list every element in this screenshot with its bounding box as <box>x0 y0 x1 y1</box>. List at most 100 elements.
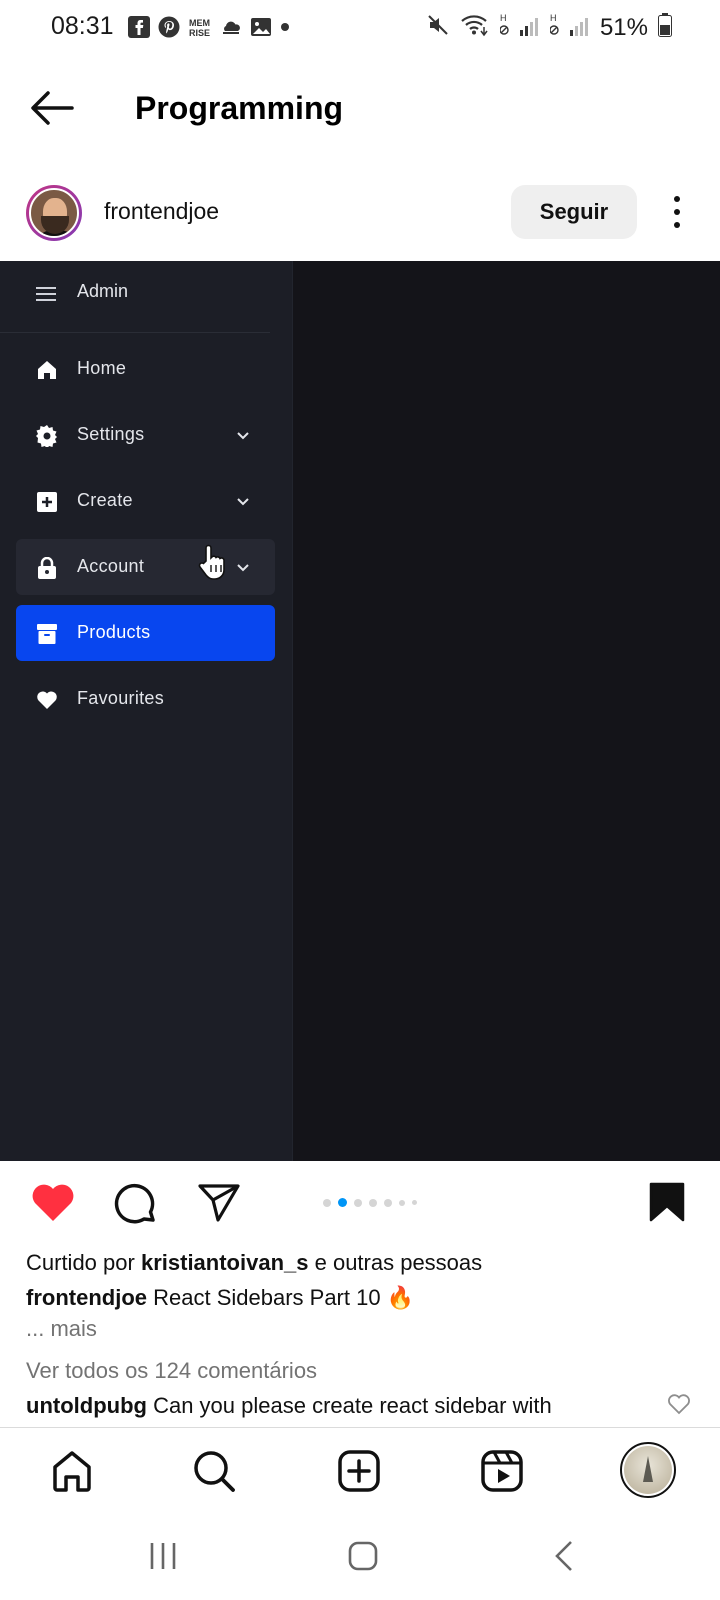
heart-icon <box>36 689 58 711</box>
caption-username[interactable]: frontendjoe <box>26 1285 147 1310</box>
sidebar-header: Admin <box>0 261 270 333</box>
post-caption-area: Curtido por kristiantoivan_s e outras pe… <box>26 1245 706 1423</box>
recent-apps-button[interactable] <box>143 1536 183 1576</box>
home-system-button[interactable] <box>343 1536 383 1576</box>
back-system-button[interactable] <box>545 1536 585 1576</box>
sidebar-item-label: Settings <box>77 424 145 444</box>
plus-square-icon <box>36 491 58 513</box>
chevron-down-icon <box>235 559 251 575</box>
more-link[interactable]: ... mais <box>26 1315 706 1343</box>
status-time: 08:31 <box>51 12 114 40</box>
sidebar-title: Admin <box>77 281 129 301</box>
page-title: Programming <box>135 90 344 126</box>
view-comments-link[interactable]: Ver todos os 124 comentários <box>26 1353 706 1388</box>
likes-username[interactable]: kristiantoivan_s <box>141 1250 309 1275</box>
author-username[interactable]: frontendjoe <box>104 198 219 225</box>
back-button[interactable] <box>28 88 76 128</box>
likes-suffix[interactable]: e outras pessoas <box>315 1250 483 1275</box>
post-media[interactable]: Admin Home Settings Create Account Produ… <box>0 261 720 1161</box>
signal-sim2-icon: H <box>549 12 590 43</box>
post-author-row: frontendjoe Seguir <box>0 180 720 244</box>
carousel-dot <box>384 1198 392 1207</box>
likes-line: Curtido por kristiantoivan_s e outras pe… <box>26 1245 706 1280</box>
sidebar-item-home: Home <box>16 341 275 397</box>
comment-icon <box>114 1183 155 1224</box>
lock-icon <box>36 557 58 579</box>
top-header: Programming <box>0 70 720 150</box>
home-outline-icon <box>53 1451 91 1492</box>
archive-icon <box>36 623 58 645</box>
sidebar-item-products: Products <box>16 605 275 661</box>
carousel-dot-active <box>338 1198 347 1207</box>
caption-text: React Sidebars Part 10 🔥 <box>153 1285 415 1310</box>
home-icon <box>36 359 58 381</box>
arrow-left-icon <box>31 91 74 125</box>
home-square-icon <box>348 1541 378 1571</box>
carousel-dot <box>323 1198 331 1207</box>
plus-square-outline-icon <box>338 1450 380 1492</box>
svg-text:RISE: RISE <box>189 28 210 38</box>
svg-text:H: H <box>550 13 557 23</box>
facebook-icon <box>128 16 150 38</box>
heart-filled-icon <box>32 1184 74 1221</box>
mute-icon <box>426 13 450 42</box>
sidebar-item-account: Account <box>16 539 275 595</box>
reels-icon <box>481 1450 523 1492</box>
wifi-icon <box>460 13 490 42</box>
system-indicators: H H 51% <box>426 12 672 43</box>
sidebar-preview: Admin Home Settings Create Account Produ… <box>0 261 293 1161</box>
carousel-dot <box>412 1200 417 1205</box>
save-button[interactable] <box>649 1182 685 1227</box>
battery-percent: 51% <box>599 13 648 41</box>
battery-icon <box>658 13 672 42</box>
likes-prefix: Curtido por <box>26 1250 135 1275</box>
sidebar-item-settings: Settings <box>16 407 275 463</box>
comment-like-button[interactable] <box>667 1393 691 1415</box>
dot-icon <box>280 16 290 38</box>
signal-sim1-icon: H <box>499 12 540 43</box>
sidebar-item-create: Create <box>16 473 275 529</box>
avatar[interactable] <box>26 185 82 241</box>
status-bar: 08:31 MEM RISE H H 51% <box>0 0 720 56</box>
carousel-dot <box>399 1199 405 1206</box>
chevron-down-icon <box>235 427 251 443</box>
carousel-dot <box>369 1198 377 1207</box>
pinterest-icon <box>158 16 180 38</box>
nav-home[interactable] <box>49 1448 95 1494</box>
like-button[interactable] <box>30 1181 76 1228</box>
caption-line: frontendjoe React Sidebars Part 10 🔥 <box>26 1280 706 1315</box>
nav-reels[interactable] <box>479 1448 525 1494</box>
sidebar-item-label: Products <box>77 622 151 642</box>
chevron-down-icon <box>235 493 251 509</box>
paper-plane-icon <box>198 1184 240 1222</box>
notification-icons: MEM RISE <box>128 16 290 38</box>
sidebar-item-label: Create <box>77 490 133 510</box>
comment-text: Can you please create react sidebar with <box>153 1393 552 1418</box>
carousel-indicator <box>323 1198 417 1207</box>
comment-username[interactable]: untoldpubg <box>26 1393 147 1418</box>
nav-search[interactable] <box>191 1448 237 1494</box>
follow-button[interactable]: Seguir <box>511 185 637 239</box>
recent-apps-icon <box>150 1543 176 1569</box>
sidebar-item-label: Home <box>77 358 127 378</box>
chevron-left-icon <box>555 1541 572 1571</box>
share-button[interactable] <box>197 1183 241 1228</box>
post-actions <box>0 1170 720 1234</box>
search-icon <box>194 1451 235 1492</box>
svg-text:MEM: MEM <box>189 18 210 28</box>
more-options-button[interactable] <box>665 192 689 232</box>
bookmark-filled-icon <box>649 1182 685 1222</box>
nav-profile-avatar[interactable] <box>620 1442 676 1498</box>
system-navigation <box>0 1512 720 1600</box>
nav-create[interactable] <box>336 1448 382 1494</box>
menu-icon <box>36 286 56 307</box>
carousel-dot <box>354 1198 362 1207</box>
gallery-icon <box>250 16 272 38</box>
sidebar-item-favourites: Favourites <box>16 671 275 727</box>
cloud-icon <box>220 17 242 37</box>
comment-button[interactable] <box>113 1183 157 1230</box>
svg-text:H: H <box>500 13 507 23</box>
bottom-navigation <box>0 1427 720 1511</box>
sidebar-item-label: Favourites <box>77 688 165 708</box>
heart-outline-icon <box>668 1394 690 1415</box>
